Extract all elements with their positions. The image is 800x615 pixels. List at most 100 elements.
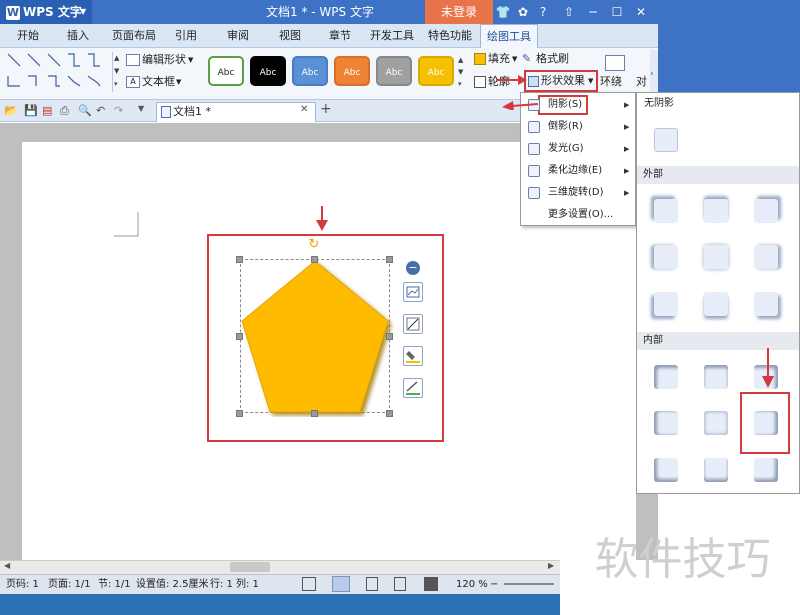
app-menu-button[interactable]: W WPS 文字 [0,0,92,24]
tab-review[interactable]: 审阅 [220,24,256,48]
new-tab-icon[interactable]: + [320,101,332,117]
resize-handle[interactable] [386,256,393,263]
tab-features[interactable]: 特色功能 [424,24,476,48]
tab-section[interactable]: 章节 [322,24,358,48]
scroll-right-icon[interactable]: ▶ [548,561,554,570]
resize-handle[interactable] [311,410,318,417]
format-brush-button[interactable]: 格式刷 [536,50,569,68]
inner-shadow-option[interactable] [704,411,728,435]
pdf-icon[interactable]: ▤ [42,104,52,117]
resize-handle[interactable] [386,333,393,340]
inner-shadow-option[interactable] [704,458,728,482]
save-icon[interactable]: 💾 [24,104,38,117]
chevron-down-icon[interactable]: ▼ [188,51,193,69]
app-name: WPS 文字 [23,5,82,19]
outer-shadow-option[interactable] [754,245,778,269]
zoom-slider[interactable] [504,583,554,585]
fill-bucket-glyph [406,351,420,363]
resize-handle[interactable] [236,410,243,417]
wrap-button[interactable]: 环绕 [600,73,622,91]
chevron-down-icon[interactable]: ▼ [80,0,92,24]
shape-style-option[interactable]: Abc [418,56,454,86]
scroll-thumb[interactable] [230,562,270,572]
collapse-icon[interactable]: − [406,261,420,275]
minimize-icon[interactable]: ─ [584,0,602,24]
resize-handle[interactable] [236,256,243,263]
login-button[interactable]: 未登录 [425,0,493,24]
rotate-handle-icon[interactable]: ↻ [307,238,321,252]
inner-shadow-option[interactable] [654,411,678,435]
close-tab-icon[interactable]: ✕ [300,104,308,115]
print-icon[interactable]: ⎙ [60,104,69,118]
maximize-icon[interactable]: ☐ [608,0,626,24]
chevron-down-icon[interactable]: ▼ [176,73,181,91]
outer-shadow-option[interactable] [704,199,728,223]
preview-icon[interactable]: 🔍 [78,104,92,117]
outer-shadow-option[interactable] [704,245,728,269]
chat-icon[interactable]: ✿ [514,0,532,24]
outer-shadow-option[interactable] [654,199,678,223]
resize-handle[interactable] [311,256,318,263]
inner-shadow-option[interactable] [654,458,678,482]
inner-shadow-option[interactable] [654,365,678,389]
resize-handle[interactable] [236,333,243,340]
document-tab[interactable]: 文档1 * [156,102,316,122]
tab-page-layout[interactable]: 页面布局 [106,24,162,48]
tab-developer[interactable]: 开发工具 [366,24,418,48]
text-box-button[interactable]: 文本框 [142,73,175,91]
skin-icon[interactable]: 👕 [494,0,512,24]
redo-icon[interactable]: ↷ [114,104,123,117]
no-shadow-option[interactable] [654,128,678,152]
tab-insert[interactable]: 插入 [58,24,98,48]
fullscreen-icon[interactable] [302,577,316,591]
align-button[interactable]: 对 [636,73,647,91]
outline-view-icon[interactable] [366,577,378,591]
shape-style-option[interactable]: Abc [376,56,412,86]
chevron-down-icon[interactable]: ▼ [512,50,517,68]
shape-style-option[interactable]: Abc [250,56,286,86]
outer-shadow-option[interactable] [704,292,728,316]
shape-style-option[interactable]: Abc [292,56,328,86]
shape-style-option[interactable]: Abc [334,56,370,86]
reading-view-icon[interactable] [424,577,438,591]
inner-shadow-option[interactable] [704,365,728,389]
menu-item-3d-rotation[interactable]: 三维旋转(D) [548,184,604,202]
pentagon-shape[interactable] [238,255,396,417]
gallery-scroll[interactable]: ▲ ▼ ▾ [112,52,120,92]
web-view-icon[interactable] [394,577,406,591]
style-gallery-scroll[interactable]: ▲ ▼ ▾ [458,54,466,92]
tab-drawing-tools[interactable]: 绘图工具 [480,24,538,48]
menu-item-glow[interactable]: 发光(G) [548,140,584,158]
scroll-left-icon[interactable]: ◀ [4,561,10,570]
inner-shadow-option[interactable] [754,458,778,482]
help-icon[interactable]: ? [534,0,552,24]
menu-item-shadow[interactable]: 阴影(S) [548,96,582,114]
outer-shadow-option[interactable] [654,292,678,316]
edit-shape-button[interactable]: 编辑形状 [142,51,186,69]
open-icon[interactable]: 📂 [4,104,18,117]
menu-item-reflection[interactable]: 倒影(R) [548,118,583,136]
shape-style-option[interactable]: Abc [208,56,244,86]
tab-view[interactable]: 视图 [272,24,308,48]
wrap-icon [605,55,625,71]
zoom-out-icon[interactable]: − [490,575,498,594]
menu-item-more-settings[interactable]: 更多设置(O)... [548,206,613,224]
outer-shadow-option[interactable] [654,245,678,269]
upload-icon[interactable]: ⇧ [560,0,578,24]
horizontal-scrollbar[interactable] [0,560,560,574]
ribbon-more-chevron[interactable]: › [650,50,658,98]
undo-icon[interactable]: ↶ [96,104,105,117]
line-shapes-gallery[interactable] [6,52,110,92]
outer-shadow-option[interactable] [754,199,778,223]
page-view-icon[interactable] [332,576,350,592]
fill-button[interactable]: 填充 [488,50,510,68]
shape-effects-button[interactable]: 形状效果 [541,72,585,90]
outer-shadow-option[interactable] [754,292,778,316]
tab-references[interactable]: 引用 [168,24,204,48]
chevron-down-icon[interactable]: ▼ [138,104,144,113]
resize-handle[interactable] [386,410,393,417]
menu-item-soft-edges[interactable]: 柔化边缘(E) [548,162,602,180]
chevron-down-icon[interactable]: ▼ [588,72,593,90]
tab-home[interactable]: 开始 [8,24,48,48]
close-icon[interactable]: ✕ [632,0,650,24]
